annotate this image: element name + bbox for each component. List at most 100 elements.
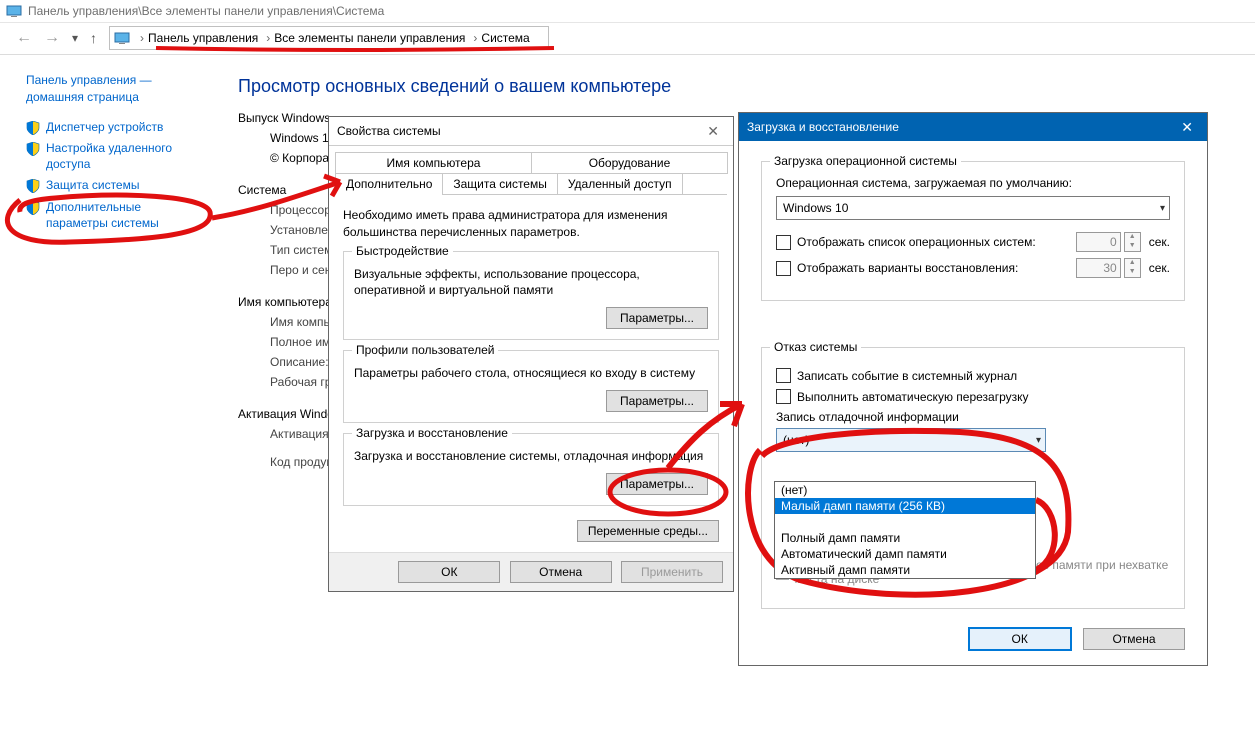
dropdown-option[interactable]: Активный дамп памяти [775, 562, 1035, 578]
startup-settings-button[interactable]: Параметры... [606, 473, 708, 495]
breadcrumb-seg-2[interactable]: Все элементы панели управления [274, 31, 465, 45]
sidebar: Панель управления — домашняя страница Ди… [0, 54, 256, 737]
navbar: ← → ▾ ↑ › Панель управления › Все элемен… [0, 22, 1255, 55]
chevron-right-icon[interactable]: › [140, 31, 144, 45]
recovery-seconds-input[interactable]: 30 [1076, 258, 1121, 278]
tab-advanced[interactable]: Дополнительно [335, 173, 443, 195]
dump-type-dropdown[interactable]: (нет) Малый дамп памяти (256 КВ) Дамп па… [774, 481, 1036, 579]
checkbox-box [776, 389, 791, 404]
spinner[interactable]: ▲▼ [1124, 232, 1141, 252]
show-os-list-checkbox[interactable]: Отображать список операционных систем: 0… [776, 232, 1170, 252]
show-recovery-checkbox[interactable]: Отображать варианты восстановления: 30 ▲… [776, 258, 1170, 278]
dump-label: Запись отладочной информации [776, 410, 1170, 424]
group-desc: Визуальные эффекты, использование процес… [354, 266, 708, 300]
apply-button[interactable]: Применить [621, 561, 723, 583]
shield-icon [26, 179, 40, 193]
spinner[interactable]: ▲▼ [1124, 258, 1141, 278]
dialog-tabs: Имя компьютера Оборудование [335, 152, 727, 174]
up-arrow-icon[interactable]: ↑ [90, 30, 97, 46]
seconds-label: сек. [1149, 261, 1170, 275]
close-icon[interactable]: ✕ [701, 121, 725, 142]
checkbox-label: Отображать варианты восстановления: [797, 261, 1072, 275]
default-os-select[interactable]: Windows 10 ▾ [776, 196, 1170, 220]
group-legend: Отказ системы [770, 340, 861, 354]
forward-arrow-icon[interactable]: → [44, 29, 60, 47]
startup-group: Загрузка и восстановление Загрузка и вос… [343, 433, 719, 506]
checkbox-label: Записать событие в системный журнал [797, 369, 1017, 383]
dialog-body: Необходимо иметь права администратора дл… [329, 195, 733, 552]
chevron-right-icon[interactable]: › [473, 31, 477, 45]
checkbox-label: Отображать список операционных систем: [797, 235, 1072, 249]
dropdown-option-selected[interactable]: Малый дамп памяти (256 КВ) [775, 498, 1035, 514]
chevron-down-icon: ▾ [1036, 435, 1041, 446]
link-label: Защита системы [46, 178, 139, 194]
ok-button[interactable]: ОК [398, 561, 500, 583]
system-icon-small [114, 30, 130, 46]
env-vars-button[interactable]: Переменные среды... [577, 520, 719, 542]
group-desc: Загрузка и восстановление системы, отлад… [354, 448, 708, 465]
startup-recovery-dialog: Загрузка и восстановление ✕ Загрузка опе… [738, 112, 1208, 666]
boot-group: Загрузка операционной системы Операционн… [761, 161, 1185, 301]
system-protection-link[interactable]: Защита системы [26, 178, 206, 194]
breadcrumb-seg-3[interactable]: Система [481, 31, 529, 45]
breadcrumb-seg-1[interactable]: Панель управления [148, 31, 258, 45]
dropdown-option[interactable]: Полный дамп памяти [775, 530, 1035, 546]
tab-hardware[interactable]: Оборудование [531, 152, 728, 174]
profiles-settings-button[interactable]: Параметры... [606, 390, 708, 412]
chevron-right-icon[interactable]: › [266, 31, 270, 45]
group-legend: Профили пользователей [352, 343, 498, 357]
shield-icon [26, 121, 40, 135]
link-label: Дополнительные параметры системы [46, 200, 206, 231]
auto-restart-checkbox[interactable]: Выполнить автоматическую перезагрузку [776, 389, 1170, 404]
control-panel-home-link[interactable]: Панель управления — домашняя страница [26, 72, 196, 106]
cancel-button[interactable]: Отмена [1083, 628, 1185, 650]
dialog-title: Загрузка и восстановление [747, 120, 899, 134]
checkbox-box [776, 261, 791, 276]
ok-button[interactable]: ОК [968, 627, 1072, 651]
checkbox-box [776, 368, 791, 383]
back-arrow-icon[interactable]: ← [16, 29, 32, 47]
advanced-system-settings-link[interactable]: Дополнительные параметры системы [26, 200, 206, 231]
system-properties-dialog: Свойства системы ✕ Имя компьютера Оборуд… [328, 116, 734, 592]
group-legend: Загрузка операционной системы [770, 154, 961, 168]
seconds-label: сек. [1149, 235, 1170, 249]
close-icon[interactable]: ✕ [1175, 117, 1199, 138]
log-event-checkbox[interactable]: Записать событие в системный журнал [776, 368, 1170, 383]
select-value: (нет) [783, 433, 809, 447]
device-manager-link[interactable]: Диспетчер устройств [26, 120, 206, 136]
os-list-seconds-input[interactable]: 0 [1076, 232, 1121, 252]
select-value: Windows 10 [783, 201, 848, 215]
address-bar[interactable]: › Панель управления › Все элементы панел… [109, 26, 549, 50]
cancel-button[interactable]: Отмена [510, 561, 612, 583]
link-label: Диспетчер устройств [46, 120, 163, 136]
dialog-tabs-row2: Дополнительно Защита системы Удаленный д… [335, 173, 727, 195]
dialog-titlebar[interactable]: Свойства системы ✕ [329, 117, 733, 146]
recent-dropdown-icon[interactable]: ▾ [72, 31, 78, 45]
chevron-down-icon: ▾ [1160, 203, 1165, 214]
tab-protection[interactable]: Защита системы [442, 173, 557, 195]
admin-note: Необходимо иметь права администратора дл… [343, 207, 719, 241]
group-desc: Параметры рабочего стола, относящиеся ко… [354, 365, 708, 382]
dropdown-option[interactable]: Автоматический дамп памяти [775, 546, 1035, 562]
group-legend: Быстродействие [352, 244, 453, 258]
remote-settings-link[interactable]: Настройка удаленного доступа [26, 141, 206, 172]
profiles-group: Профили пользователей Параметры рабочего… [343, 350, 719, 423]
checkbox-label: Выполнить автоматическую перезагрузку [797, 390, 1029, 404]
checkbox-box [776, 235, 791, 250]
shield-icon [26, 201, 40, 215]
shield-icon [26, 142, 40, 156]
group-legend: Загрузка и восстановление [352, 426, 512, 440]
dropdown-option[interactable]: (нет) [775, 482, 1035, 498]
dump-type-select[interactable]: (нет) ▾ [776, 428, 1046, 452]
dropdown-option[interactable]: Дамп памяти ядра [775, 514, 1035, 530]
tab-remote[interactable]: Удаленный доступ [557, 173, 683, 195]
dialog-body: Загрузка операционной системы Операционн… [739, 141, 1207, 665]
performance-group: Быстродействие Визуальные эффекты, испол… [343, 251, 719, 341]
dialog-title: Свойства системы [337, 124, 441, 138]
link-label: Настройка удаленного доступа [46, 141, 206, 172]
dialog-titlebar[interactable]: Загрузка и восстановление ✕ [739, 113, 1207, 141]
dialog-footer: ОК Отмена [761, 627, 1185, 651]
performance-settings-button[interactable]: Параметры... [606, 307, 708, 329]
tab-computer-name[interactable]: Имя компьютера [335, 152, 532, 174]
dialog-footer: ОК Отмена Применить [329, 552, 733, 591]
